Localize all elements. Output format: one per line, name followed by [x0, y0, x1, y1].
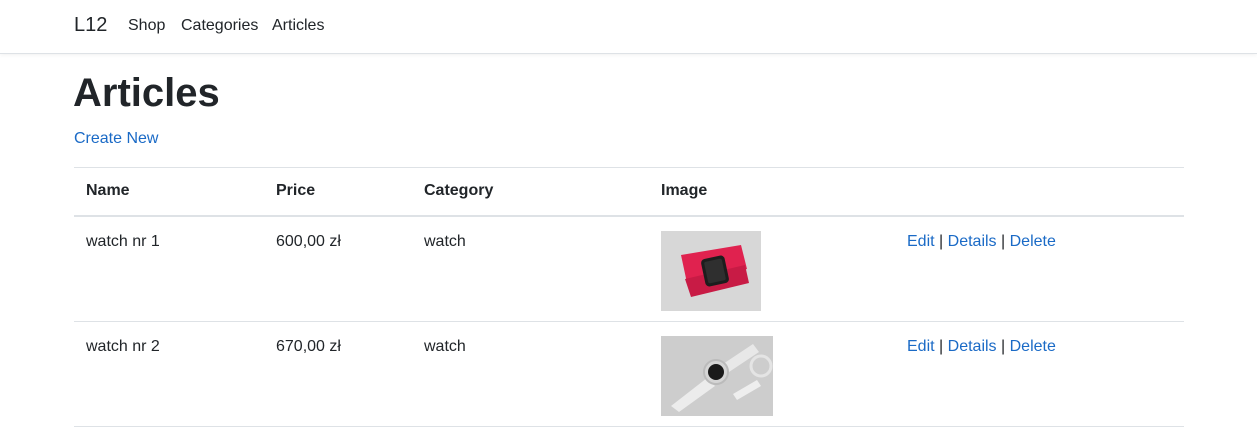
separator: | — [1001, 232, 1006, 250]
separator: | — [1001, 337, 1006, 355]
separator: | — [939, 337, 944, 355]
cell-name: watch nr 2 — [86, 337, 160, 355]
cell-image — [649, 216, 895, 322]
create-new-link[interactable]: Create New — [74, 130, 158, 148]
delete-link[interactable]: Delete — [1010, 338, 1056, 355]
page-title: Articles — [73, 71, 220, 115]
table-body: watch nr 1 600,00 zł watch Edit | Detail… — [74, 216, 1184, 426]
table-header: Name Price Category Image — [74, 167, 1184, 216]
cell-actions: Edit | Details | Delete — [895, 216, 1184, 322]
details-link[interactable]: Details — [948, 338, 997, 355]
table-row: watch nr 1 600,00 zł watch Edit | Detail… — [74, 216, 1184, 322]
nav-link-articles[interactable]: Articles — [272, 17, 324, 35]
header-actions — [895, 168, 1184, 216]
edit-link[interactable]: Edit — [907, 338, 935, 355]
articles-table: Name Price Category Image watch nr 1 600… — [74, 167, 1184, 427]
cell-category: watch — [424, 232, 466, 250]
header-price: Price — [276, 182, 316, 200]
edit-link[interactable]: Edit — [907, 233, 935, 250]
cell-name: watch nr 1 — [86, 232, 160, 250]
nav-link-categories[interactable]: Categories — [181, 17, 258, 35]
brand-link[interactable]: L12 — [74, 14, 107, 37]
cell-price: 600,00 zł — [276, 232, 341, 250]
watch-white-strap-illustration — [661, 335, 773, 416]
cell-actions: Edit | Details | Delete — [895, 321, 1184, 426]
watch-red-strap-image — [661, 230, 761, 311]
cell-price: 670,00 zł — [276, 337, 341, 355]
cell-category: watch — [424, 337, 466, 355]
delete-link[interactable]: Delete — [1010, 233, 1056, 250]
header-image: Image — [661, 182, 708, 200]
nav-link-shop[interactable]: Shop — [128, 17, 165, 35]
separator: | — [939, 232, 944, 250]
watch-white-strap-image — [661, 335, 773, 416]
details-link[interactable]: Details — [948, 233, 997, 250]
table-header-row: Name Price Category Image — [74, 167, 1184, 216]
cell-image — [649, 321, 895, 426]
top-navbar: L12 Shop Categories Articles — [0, 0, 1257, 54]
table-row: watch nr 2 670,00 zł watch Edit | Detail… — [74, 321, 1184, 426]
header-category: Category — [424, 182, 494, 200]
header-name: Name — [86, 182, 130, 200]
watch-red-strap-illustration — [661, 230, 761, 311]
